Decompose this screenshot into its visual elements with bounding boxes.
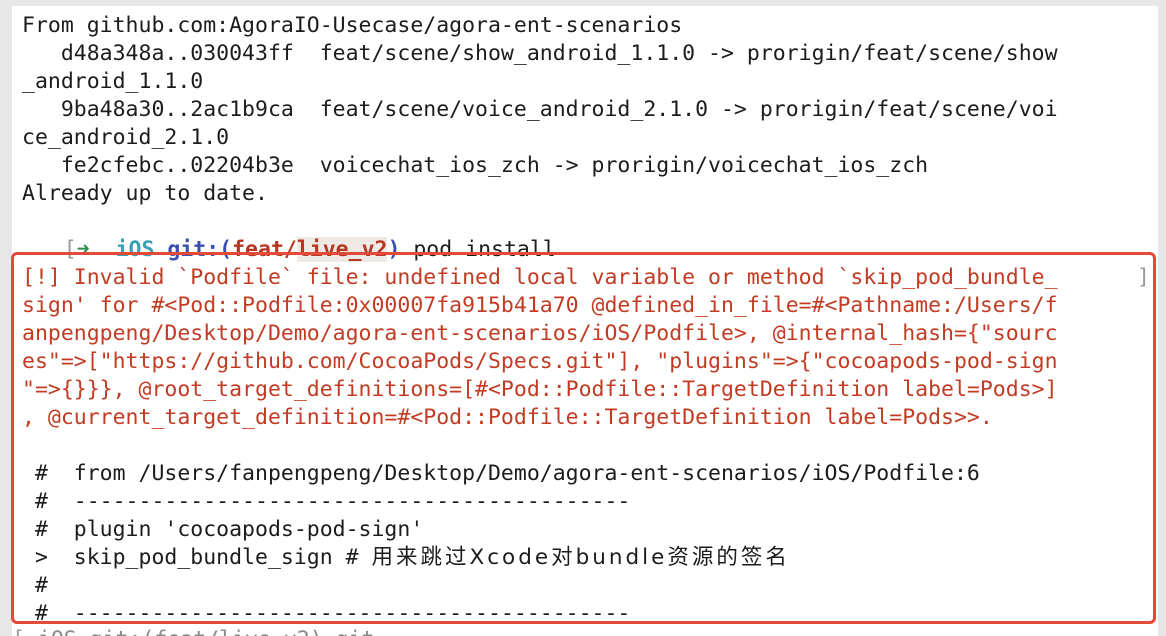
error-line: [!] Invalid `Podfile` file: undefined lo… (22, 265, 1058, 290)
next-prompt-partial: [ iOS git:(feat/live_v2) git (12, 626, 387, 636)
cjk-comment: 用来跳过Xcode对bundle资源的签名 (371, 545, 790, 570)
output-line: _android_1.1.0 (22, 69, 204, 94)
error-line: "=>{}}}, @root_target_definitions=[#<Pod… (22, 377, 1058, 402)
git-branch-prefix: feat/ (232, 237, 297, 262)
context-line: # plugin 'cocoapods-pod-sign' (22, 517, 424, 542)
context-line: # from /Users/fanpengpeng/Desktop/Demo/a… (22, 461, 980, 486)
output-line: fe2cfebc..02204b3e voicechat_ios_zch -> … (22, 153, 929, 178)
error-line: es"=>["https://github.com/CocoaPods/Spec… (22, 349, 1058, 374)
context-line: # --------------------------------------… (22, 489, 631, 514)
line-bracket-left: [ (12, 627, 25, 636)
terminal-window[interactable]: From github.com:AgoraIO-Usecase/agora-en… (12, 6, 1158, 636)
output-line: Already up to date. (22, 181, 268, 206)
command-prompt: [➜ iOS git:(feat/live_v2) pod install ] (12, 208, 1158, 290)
line-bracket-left: [ (63, 237, 77, 262)
context-line: # (22, 573, 48, 598)
output-line: 9ba48a30..2ac1b9ca feat/scene/voice_andr… (22, 97, 1058, 122)
git-branch-highlight: live_v2 (296, 237, 388, 262)
git-label: git:( (167, 237, 233, 262)
context-code: > skip_pod_bundle_sign # (22, 545, 372, 570)
error-line: , @current_target_definition=#<Pod::Podf… (22, 405, 993, 430)
output-line: d48a348a..030043ff feat/scene/show_andro… (22, 41, 1058, 66)
command-text: pod install (400, 237, 556, 262)
git-close: ) (387, 237, 401, 262)
error-line: sign' for #<Pod::Podfile:0x00007fa915b41… (22, 293, 1058, 318)
context-line-error: > skip_pod_bundle_sign # 用来跳过Xcode对bundl… (22, 544, 790, 572)
prompt-arrow-icon: ➜ (76, 237, 90, 262)
line-bracket-right: ] (1137, 265, 1150, 290)
error-line: anpengpeng/Desktop/Demo/agora-ent-scenar… (22, 321, 1058, 346)
output-line: From github.com:AgoraIO-Usecase/agora-en… (22, 13, 683, 38)
context-line: # --------------------------------------… (22, 601, 631, 626)
output-line: ce_android_2.1.0 (22, 125, 230, 150)
next-prompt-text: iOS git:(feat/live_v2) git (25, 627, 387, 636)
prompt-directory: iOS (115, 237, 155, 262)
